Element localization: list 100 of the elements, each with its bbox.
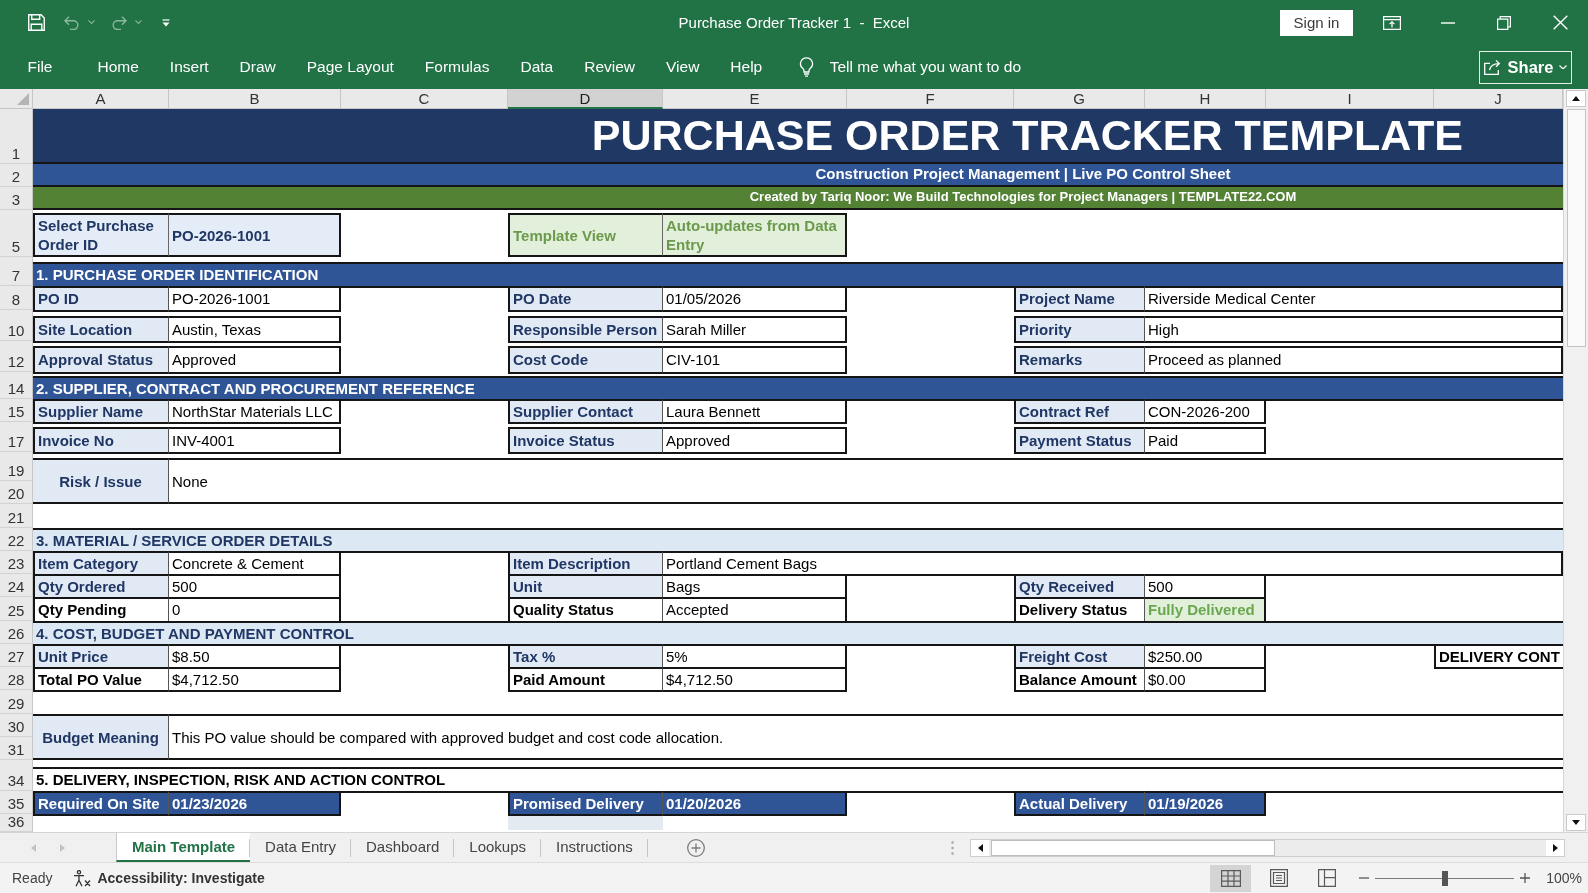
vertical-dots-icon[interactable] [951, 840, 954, 855]
ribbon-tab[interactable]: Insert [154, 52, 225, 82]
triangle-up-icon [1572, 96, 1580, 101]
ribbon-tab[interactable]: Draw [224, 52, 292, 82]
field-label: Project Name [1014, 286, 1145, 312]
credit-text: Created by Tariq Noor: We Build Technologies for Project Managers | TEMPLATE22.COM [749, 190, 1297, 205]
scroll-thumb[interactable] [991, 839, 1275, 856]
scroll-thumb[interactable] [1566, 109, 1586, 347]
ribbon-tab[interactable]: View [650, 52, 715, 82]
caret-icon [88, 20, 95, 25]
horizontal-scrollbar[interactable] [970, 838, 1565, 857]
field-value: Approved [169, 346, 341, 374]
field-label: Qty Pending [33, 597, 169, 623]
tell-me-search[interactable]: Tell me what you want to do [798, 52, 1021, 82]
triangle-right-icon [60, 843, 65, 852]
field-label: Remarks [1014, 346, 1145, 374]
scroll-up-button[interactable] [1566, 90, 1586, 107]
field-label: Select Purchase Order ID [33, 213, 169, 257]
sheet-tab[interactable]: Main Template [116, 833, 251, 862]
field-value: 01/19/2026 [1145, 791, 1266, 816]
field-label: PO ID [33, 286, 169, 312]
field-value: INV-4001 [169, 427, 341, 454]
field-label: Responsible Person [508, 316, 663, 343]
field-label: Delivery Status [1014, 597, 1145, 623]
accessibility-button[interactable]: Accessibility: Investigate [73, 869, 265, 887]
field-value: Riverside Medical Center [1145, 286, 1563, 312]
share-icon [1483, 59, 1502, 75]
field-label: Supplier Name [33, 399, 169, 424]
row-header[interactable]: 36 [0, 814, 33, 832]
view-button[interactable] [1210, 864, 1252, 892]
field-value: High [1145, 316, 1563, 343]
field-value: Laura Bennett [663, 399, 847, 424]
field-label: Freight Cost [1014, 644, 1145, 669]
field-value: CIV-101 [663, 346, 847, 374]
undo-button[interactable] [64, 15, 95, 30]
ribbon-options-icon [1383, 15, 1401, 30]
field-label: Invoice No [33, 427, 169, 454]
plus-icon [1520, 873, 1531, 883]
sheet-tab[interactable]: Dashboard [350, 833, 455, 862]
triangle-left-icon [31, 843, 36, 852]
caret-icon [135, 20, 142, 25]
window-title: Purchase Order Tracker 1 - Excel [678, 14, 910, 31]
field-value: $8.50 [169, 644, 341, 669]
field-label: Qty Ordered [33, 574, 169, 599]
ribbon-tab[interactable]: Review [568, 52, 651, 82]
field-value: NorthStar Materials LLC [169, 399, 341, 424]
field-value: 500 [1145, 574, 1266, 599]
close-icon [1552, 15, 1568, 30]
field-label: Budget Meaning [33, 714, 169, 760]
field-label: Priority [1014, 316, 1145, 343]
triangle-icon [17, 93, 29, 105]
column-header[interactable]: D [508, 89, 663, 109]
field-value: 5% [663, 644, 847, 669]
save-icon [28, 14, 45, 31]
field-label: DELIVERY CONT [1434, 644, 1563, 669]
field-label: Item Description [508, 551, 663, 576]
vertical-scrollbar[interactable] [1563, 89, 1588, 832]
field-label: Qty Received [1014, 574, 1145, 599]
selected-cell[interactable] [508, 816, 663, 830]
sheet-tab[interactable]: Lookups [454, 833, 542, 862]
field-value: Proceed as planned [1145, 346, 1563, 374]
ribbon-tab[interactable]: Home [82, 52, 155, 82]
field-value: Approved [663, 427, 847, 454]
customize-icon [162, 18, 170, 27]
sheet-tab[interactable]: Data Entry [250, 833, 351, 862]
field-label: Unit Price [33, 644, 169, 669]
field-label: PO Date [508, 286, 663, 312]
triangle-down-icon [1572, 820, 1580, 825]
ribbon-tab[interactable]: Help [714, 52, 778, 82]
redo-button[interactable] [111, 15, 142, 30]
section-heading: 5. DELIVERY, INSPECTION, RISK AND ACTION CONTROL [36, 771, 446, 789]
ribbon-tab[interactable]: Page Layout [291, 52, 410, 82]
share-button[interactable]: Share [1479, 50, 1572, 84]
triangle-right-icon [1552, 843, 1558, 852]
scroll-left-button[interactable] [971, 839, 989, 856]
field-value: $250.00 [1145, 644, 1266, 669]
save-button[interactable] [28, 14, 45, 31]
slider-thumb[interactable] [1441, 870, 1448, 886]
field-label: Tax % [508, 644, 663, 669]
sheet-tab[interactable]: Instructions [541, 833, 648, 862]
field-value: Accepted [663, 597, 847, 623]
ribbon-tab[interactable]: Data [504, 52, 569, 82]
field-value: $4,712.50 [663, 667, 847, 692]
field-value[interactable]: PO-2026-1001 [169, 213, 341, 257]
scroll-down-button[interactable] [1566, 814, 1586, 831]
field-label: Total PO Value [33, 667, 169, 692]
ribbon-tab[interactable]: File [12, 52, 68, 82]
ribbon-tab[interactable]: Formulas [409, 52, 505, 82]
field-label: Item Category [33, 551, 169, 576]
zoom-in-button[interactable] [1520, 873, 1531, 883]
page-break-icon [1317, 869, 1336, 887]
sign-in-button[interactable]: Sign in [1280, 9, 1353, 36]
section-heading: 4. COST, BUDGET AND PAYMENT CONTROL [36, 624, 354, 643]
section-heading: 1. PURCHASE ORDER IDENTIFICATION [36, 266, 319, 284]
customize-toolbar-button[interactable] [162, 18, 170, 27]
field-label: Balance Amount [1014, 667, 1145, 692]
grid-icon [1220, 869, 1241, 887]
undo-icon [64, 15, 80, 30]
scroll-right-button[interactable] [1546, 839, 1564, 856]
zoom-level[interactable]: 100% [1546, 870, 1582, 886]
